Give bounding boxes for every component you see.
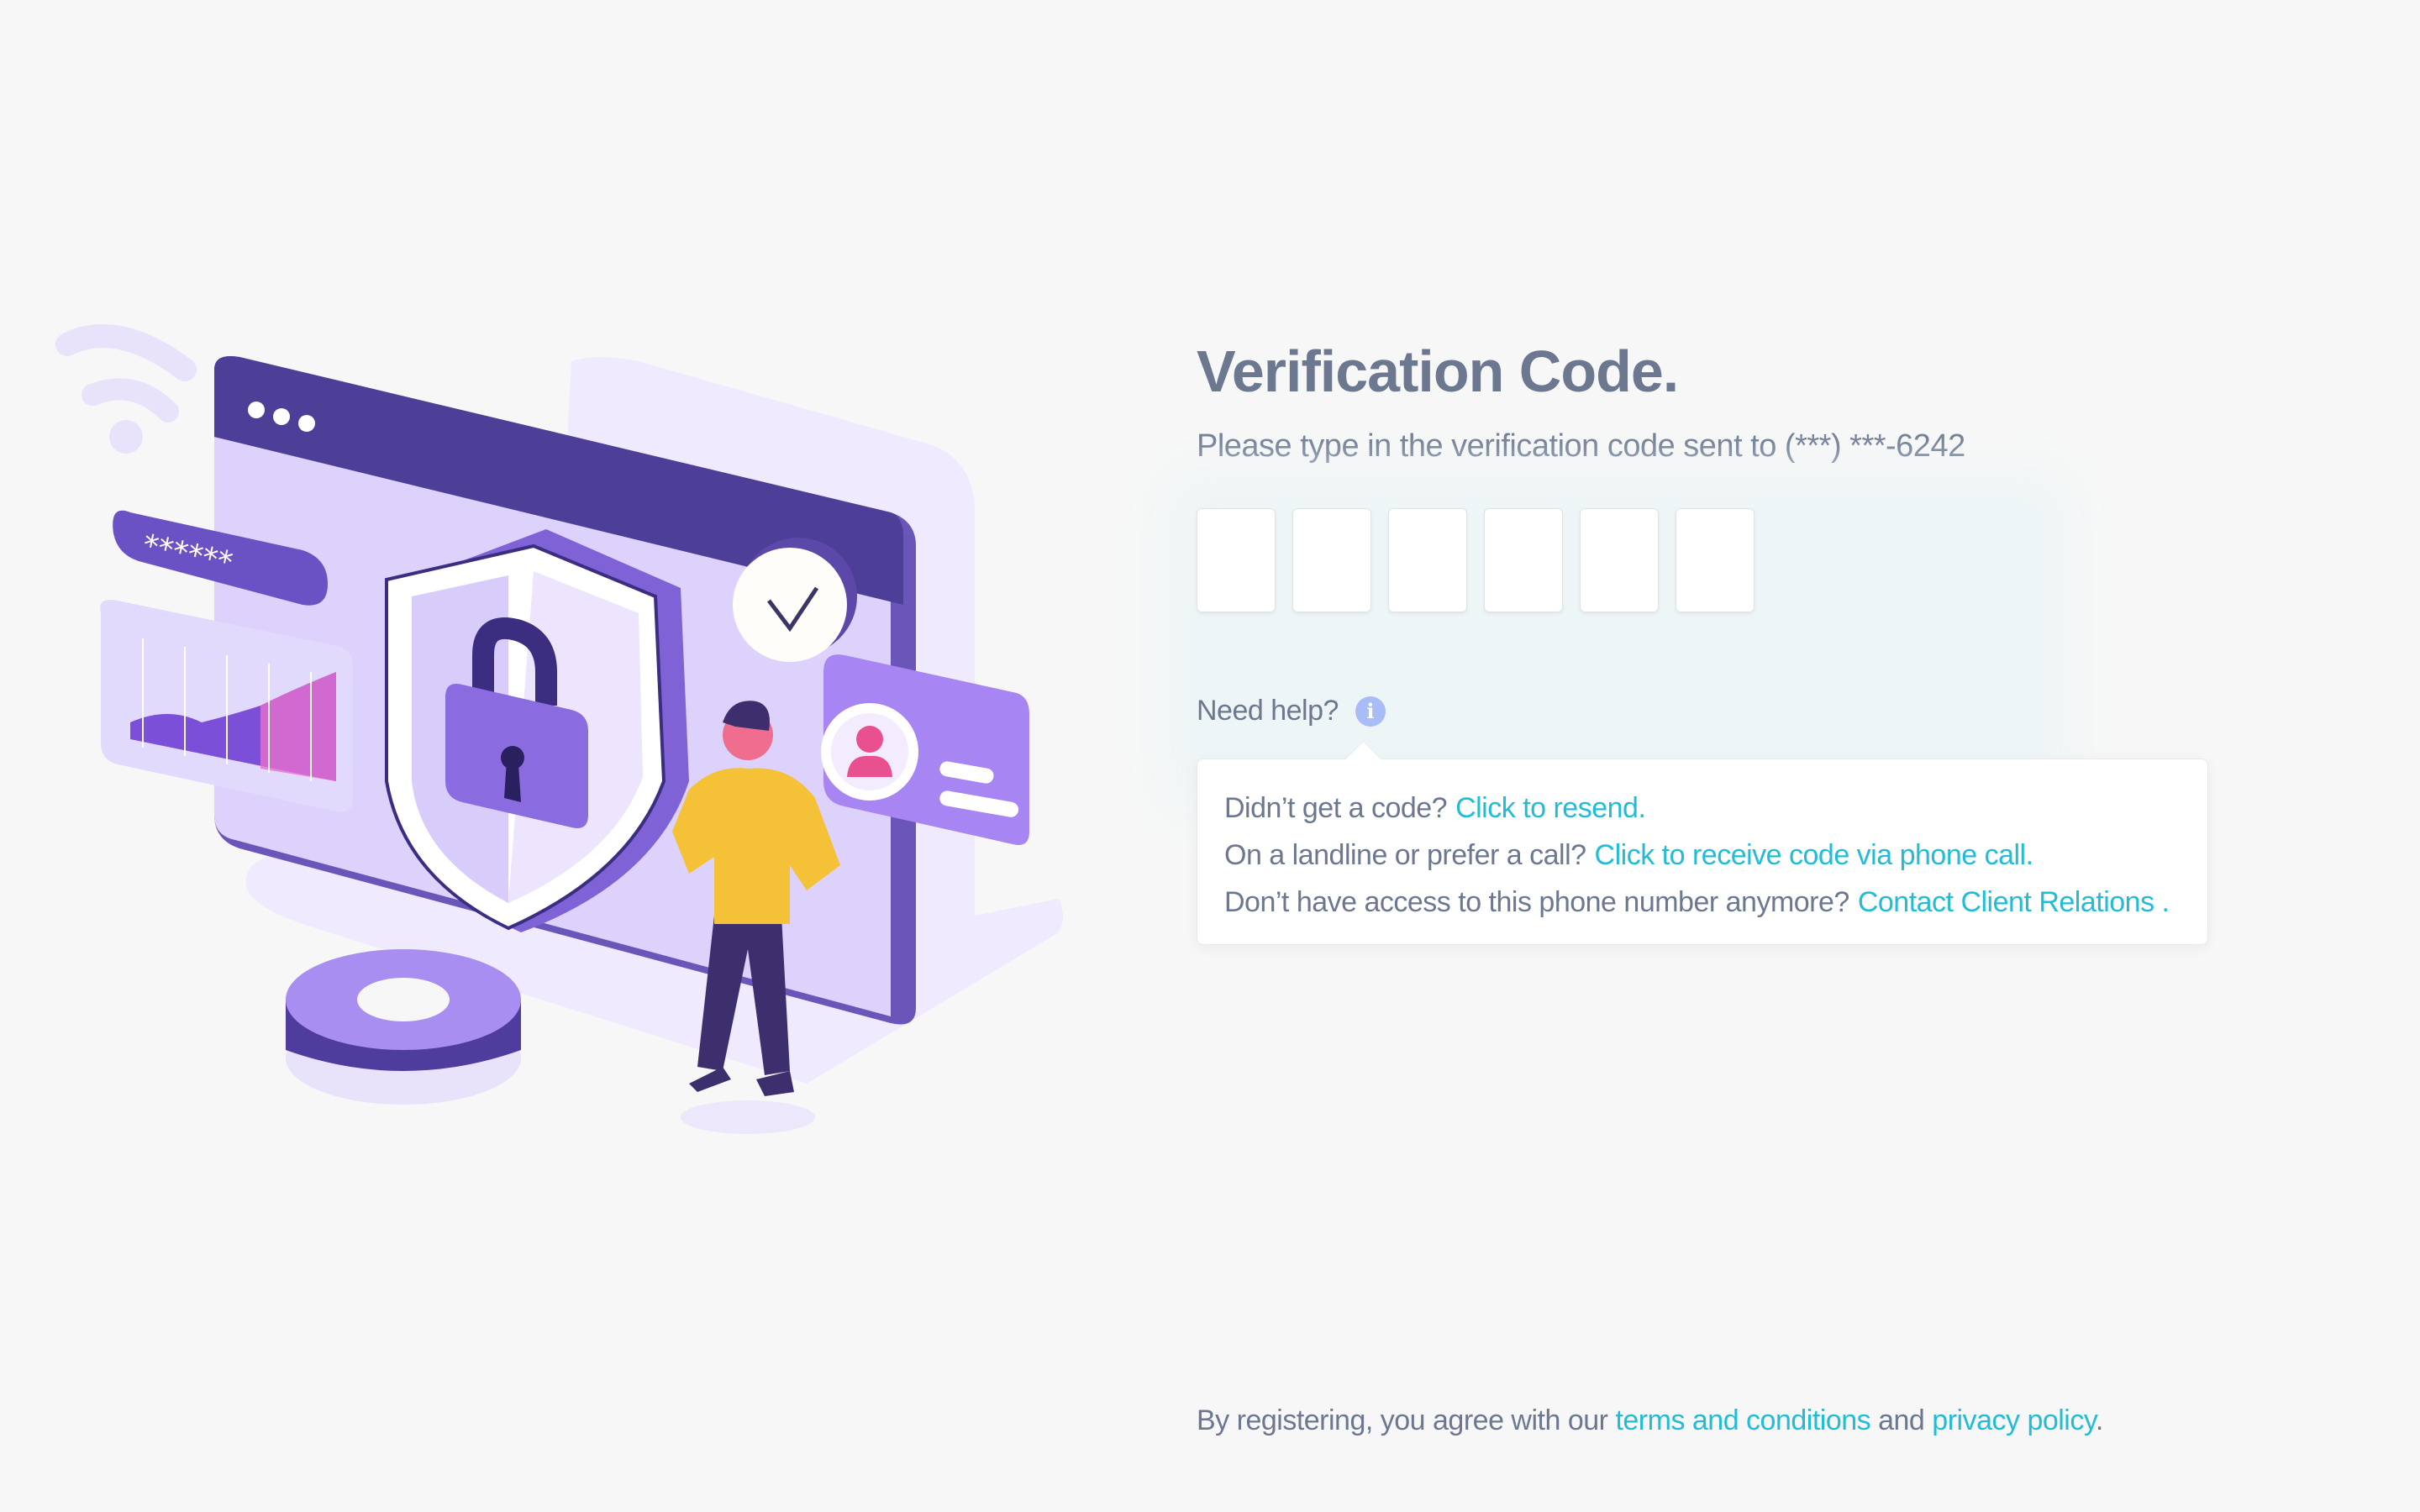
help-text-phone-call: On a landline or prefer a call? bbox=[1224, 839, 1586, 871]
code-entry-area: Need help? i Didn’t get a code? Click to … bbox=[1197, 507, 2208, 945]
footer-prefix: By registering, you agree with our bbox=[1197, 1404, 1616, 1436]
need-help-label: Need help? bbox=[1197, 695, 1339, 727]
resend-code-link[interactable]: Click to resend. bbox=[1455, 792, 1646, 824]
privacy-link[interactable]: privacy policy bbox=[1932, 1404, 2096, 1436]
code-input-group bbox=[1197, 507, 2037, 612]
help-line-no-access: Don’t have access to this phone number a… bbox=[1224, 879, 2207, 926]
code-digit-1[interactable] bbox=[1197, 508, 1276, 612]
info-icon[interactable]: i bbox=[1355, 696, 1386, 727]
code-digit-6[interactable] bbox=[1676, 508, 1754, 612]
terms-link[interactable]: terms and conditions bbox=[1615, 1404, 1870, 1436]
code-digit-3[interactable] bbox=[1388, 508, 1467, 612]
help-text-resend: Didn’t get a code? bbox=[1224, 792, 1448, 824]
phone-call-link[interactable]: Click to receive code via phone call. bbox=[1595, 839, 2034, 871]
help-line-resend: Didn’t get a code? Click to resend. bbox=[1224, 785, 2207, 832]
gear-icon bbox=[286, 949, 521, 1105]
help-text-no-access: Don’t have access to this phone number a… bbox=[1224, 886, 1849, 918]
help-line-phone-call: On a landline or prefer a call? Click to … bbox=[1224, 832, 2207, 879]
need-help-row: Need help? i bbox=[1197, 695, 1386, 727]
code-digit-5[interactable] bbox=[1580, 508, 1659, 612]
code-digit-4[interactable] bbox=[1484, 508, 1563, 612]
page-title: Verification Code. bbox=[1197, 339, 1679, 404]
footer-middle: and bbox=[1870, 1404, 1933, 1436]
code-digit-2[interactable] bbox=[1292, 508, 1371, 612]
wifi-icon bbox=[55, 324, 197, 454]
footer-legal: By registering, you agree with our terms… bbox=[1197, 1404, 2103, 1437]
page-subtitle: Please type in the verification code sen… bbox=[1197, 428, 1965, 464]
security-illustration: ****** bbox=[55, 324, 1063, 1134]
contact-client-relations-link[interactable]: Contact Client Relations . bbox=[1858, 886, 2170, 918]
footer-suffix: . bbox=[2095, 1404, 2103, 1436]
help-tooltip: Didn’t get a code? Click to resend. On a … bbox=[1197, 759, 2208, 945]
verification-panel: Verification Code. Please type in the ve… bbox=[1197, 336, 2238, 945]
